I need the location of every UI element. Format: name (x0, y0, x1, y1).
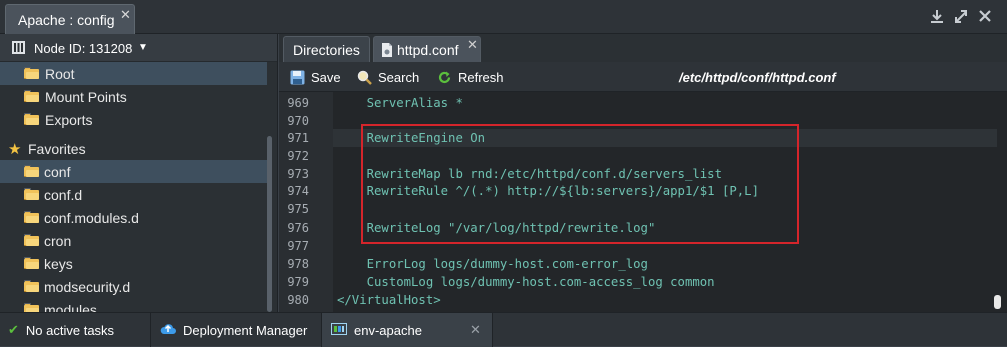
node-id-label: Node ID: 131208 (34, 41, 133, 56)
editor-scrollbar[interactable] (994, 295, 1001, 309)
tree-item-label: conf.d (44, 187, 83, 203)
folder-icon (24, 67, 39, 79)
line-number: 971 (287, 131, 309, 145)
tree-item-conf-d[interactable]: conf.d (0, 183, 267, 206)
folder-icon (24, 165, 39, 177)
save-icon (290, 70, 305, 85)
search-label: Search (378, 69, 420, 85)
folder-icon (24, 90, 39, 102)
tree-item-label: Favorites (28, 141, 86, 157)
deployment-label: Deployment Manager (183, 322, 308, 338)
refresh-icon (437, 70, 452, 85)
tree-item-cron[interactable]: cron (0, 229, 267, 252)
refresh-label: Refresh (458, 69, 504, 85)
code-line: ErrorLog logs/dummy-host.com-error_log (337, 257, 648, 271)
folder-icon (24, 211, 39, 223)
code-line: CustomLog logs/dummy-host.com-access_log… (337, 275, 715, 289)
tree-item-label: modsecurity.d (44, 279, 131, 295)
deployment-manager-button[interactable]: Deployment Manager (160, 313, 307, 347)
code-line: ServerAlias * (337, 96, 463, 110)
tree-item-favorites[interactable]: ★ Favorites (0, 137, 267, 160)
chevron-down-icon[interactable]: ▼ (138, 42, 148, 53)
window-tab[interactable]: Apache : config ✕ (5, 4, 135, 34)
folder-icon (24, 280, 39, 292)
file-path: /etc/httpd/conf/httpd.conf (679, 70, 836, 85)
tasks-label: No active tasks (25, 322, 115, 338)
save-label: Save (311, 69, 341, 85)
node-selector[interactable]: Node ID: 131208 ▼ (0, 34, 277, 62)
close-window-icon[interactable] (978, 8, 992, 24)
tab-directories[interactable]: Directories (283, 36, 370, 62)
search-icon (357, 70, 372, 85)
tree-item-label: Mount Points (45, 89, 127, 105)
line-number: 972 (287, 149, 309, 163)
cloud-upload-icon (160, 322, 176, 339)
search-button[interactable]: Search (357, 69, 419, 85)
environment-icon (331, 322, 347, 338)
folder-icon (24, 234, 39, 246)
line-number-gutter: 969 970 971 972 973 974 975 976 977 978 … (279, 92, 333, 312)
line-number: 978 (287, 257, 309, 271)
save-button[interactable]: Save (290, 69, 341, 85)
file-icon (381, 43, 393, 60)
tree-item-conf[interactable]: conf (0, 160, 267, 183)
star-icon: ★ (8, 141, 22, 158)
tree-item-label: cron (44, 233, 72, 249)
folder-icon (24, 257, 39, 269)
expand-icon[interactable] (954, 8, 968, 24)
refresh-button[interactable]: Refresh (437, 69, 504, 85)
tree-item-exports[interactable]: Exports (0, 108, 267, 131)
env-label: env-apache (354, 322, 422, 338)
tab-label: Directories (293, 42, 360, 58)
tree-item-label: keys (44, 256, 73, 272)
line-number: 974 (287, 184, 309, 198)
tree-item-conf-modules-d[interactable]: conf.modules.d (0, 206, 267, 229)
tasks-status[interactable]: ✔ No active tasks (8, 313, 114, 347)
folder-icon (24, 303, 39, 312)
tree-item-label: conf.modules.d (44, 210, 139, 226)
close-env-icon[interactable]: ✕ (470, 322, 481, 338)
line-number: 977 (287, 239, 309, 253)
close-tab-icon[interactable]: ✕ (120, 7, 131, 23)
tree-item-mount-points[interactable]: Mount Points (0, 85, 267, 108)
tree-item-modules[interactable]: modules (0, 298, 267, 312)
code-line: </VirtualHost> (337, 293, 441, 307)
line-number: 969 (287, 96, 309, 110)
tree-item-label: conf (44, 164, 71, 180)
file-tree-panel: Node ID: 131208 ▼ Root Mount Points Expo… (0, 34, 278, 312)
line-number: 975 (287, 202, 309, 216)
line-number: 979 (287, 275, 309, 289)
download-icon[interactable] (930, 8, 944, 24)
check-icon: ✔ (8, 322, 19, 337)
status-bar: ✔ No active tasks Deployment Manager env… (0, 312, 1007, 347)
tree-item-label: Root (45, 66, 75, 82)
line-number: 976 (287, 221, 309, 235)
close-tab-icon[interactable]: ✕ (467, 37, 478, 53)
highlight-box (361, 124, 799, 244)
env-apache-tab[interactable]: env-apache (331, 313, 422, 347)
tree-scrollbar[interactable] (267, 136, 272, 312)
line-number: 970 (287, 114, 309, 128)
tree-item-label: modules (44, 302, 97, 312)
editor-toolbar: Save Search Refresh /etc/httpd/conf/http… (279, 62, 1007, 92)
tab-httpd-conf[interactable]: httpd.conf ✕ (373, 36, 481, 62)
line-number: 973 (287, 167, 309, 181)
window-titlebar: Apache : config ✕ (0, 0, 1007, 34)
tree-item-root[interactable]: Root (0, 62, 267, 85)
editor-tabs: Directories httpd.conf ✕ (279, 34, 1007, 62)
folder-icon (24, 113, 39, 125)
tree-item-label: Exports (45, 112, 93, 128)
line-number: 980 (287, 293, 309, 307)
tab-label: httpd.conf (397, 42, 459, 58)
folder-icon (24, 188, 39, 200)
window-title: Apache : config (18, 12, 115, 28)
server-icon (12, 41, 25, 54)
tree-item-keys[interactable]: keys (0, 252, 267, 275)
tree-item-modsecurity-d[interactable]: modsecurity.d (0, 275, 267, 298)
